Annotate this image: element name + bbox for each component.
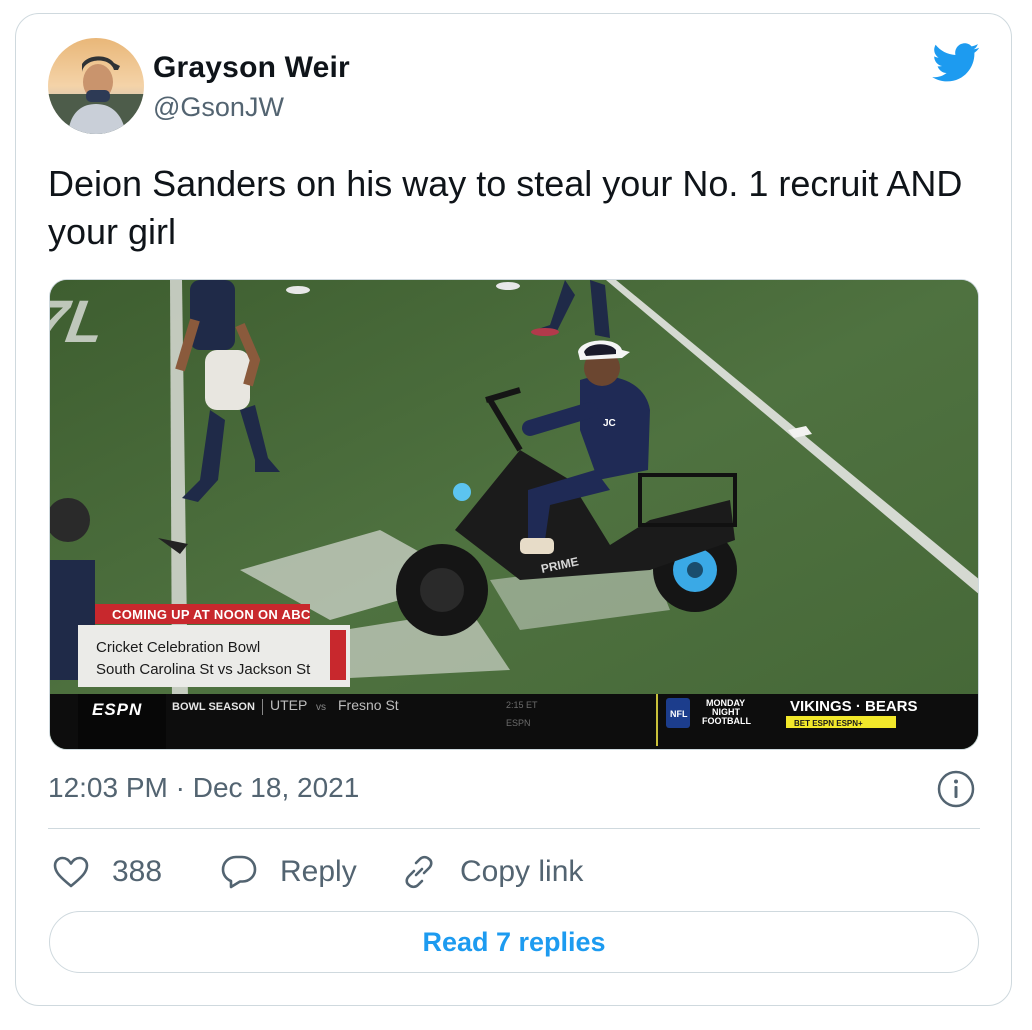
banner-line2: South Carolina St vs Jackson St bbox=[96, 661, 311, 678]
author-avatar[interactable] bbox=[48, 38, 144, 134]
heart-icon bbox=[53, 856, 89, 888]
like-button[interactable]: 388 bbox=[52, 850, 162, 894]
banner-title: COMING UP AT NOON ON ABC bbox=[112, 607, 311, 622]
ticker-vs: vs bbox=[316, 702, 326, 713]
coming-up-banner: COMING UP AT NOON ON ABC Cricket Celebra… bbox=[78, 604, 350, 687]
author-name[interactable]: Grayson Weir bbox=[153, 51, 350, 85]
tweet-text: Deion Sanders on his way to steal your N… bbox=[48, 163, 963, 252]
divider bbox=[48, 828, 980, 829]
copy-link-button[interactable]: Copy link bbox=[400, 850, 583, 894]
twitter-bird-icon[interactable] bbox=[932, 43, 980, 83]
ticker-section: BOWL SEASON bbox=[172, 701, 255, 713]
link-icon bbox=[405, 855, 433, 889]
ticker-network-logo: ESPN bbox=[92, 700, 142, 719]
reply-label: Reply bbox=[280, 855, 357, 888]
ticker-time: 2:15 ET bbox=[506, 700, 538, 710]
mnf-line3: FOOTBALL bbox=[702, 716, 751, 726]
tweet-timestamp[interactable]: 12:03 PM · Dec 18, 2021 bbox=[48, 772, 359, 804]
espn-ticker: ESPN BOWL SEASON UTEP vs Fresno St 2:15 … bbox=[50, 694, 978, 749]
tweet-media-image[interactable]: 7L PRIME JC COMING UP AT NOON ON ABC Cri… bbox=[49, 279, 979, 750]
svg-text:JC: JC bbox=[603, 418, 616, 429]
banner-line1: Cricket Celebration Bowl bbox=[96, 639, 260, 656]
copy-link-label: Copy link bbox=[460, 855, 584, 888]
ticker-time-network: ESPN bbox=[506, 718, 531, 728]
avatar-image bbox=[48, 38, 144, 134]
reply-bubble-icon bbox=[221, 855, 257, 889]
svg-text:NFL: NFL bbox=[670, 709, 688, 719]
mnf-matchup: VIKINGS · BEARS bbox=[790, 698, 918, 715]
like-count: 388 bbox=[112, 855, 163, 888]
ticker-team1: UTEP bbox=[270, 697, 307, 713]
reply-button[interactable]: Reply bbox=[220, 850, 357, 894]
ticker-team2: Fresno St bbox=[338, 697, 399, 713]
mnf-sub: BET ESPN ESPN+ bbox=[794, 719, 863, 728]
info-icon[interactable] bbox=[936, 769, 976, 809]
author-handle[interactable]: @GsonJW bbox=[153, 92, 284, 123]
read-replies-button[interactable]: Read 7 replies bbox=[49, 911, 979, 973]
